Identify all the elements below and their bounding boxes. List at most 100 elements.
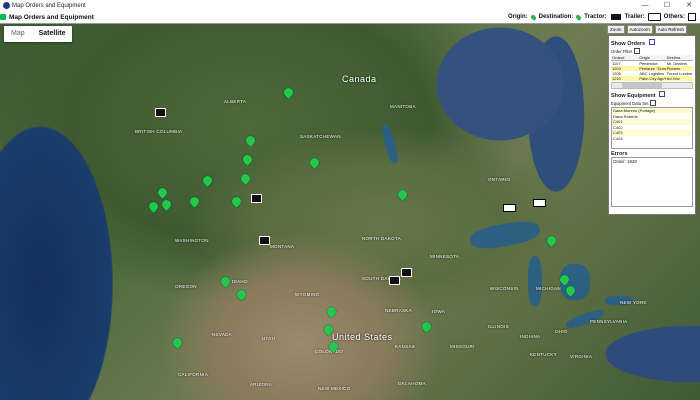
map-type-tabs: Map Satellite [4,26,73,42]
label-kansas: KANSAS [395,344,416,349]
label-illinois: ILLINOIS [488,324,509,329]
tractor-marker[interactable] [389,276,400,285]
table-row[interactable]: 1210 Palm City Agr/Hype Ad Hoc [611,76,693,81]
label-new-mexico: NEW MEXICO [318,386,351,391]
app-logo-icon [0,14,6,20]
panel-buttons: Zoom Autozoom Auto Refresh [607,25,688,34]
orders-table: Order# Origin Destina 1107 Pembroke Mr. … [611,55,693,81]
label-british-columbia: BRITISH COLUMBIA [135,129,183,134]
location-pin[interactable] [147,200,160,213]
order-filter-row: Order Filter [611,48,693,54]
label-oregon: OREGON [175,284,197,289]
location-pin[interactable] [235,288,248,301]
label-wisconsin: WISCONSIN [490,286,519,291]
tractor-marker[interactable] [251,194,262,203]
label-virginia: VIRGINIA [570,354,593,359]
trailer-icon [647,13,661,21]
side-panel: Show Orders Order Filter Order# Origin D… [608,35,696,215]
lake-winnipeg [379,123,401,165]
show-equipment-checkbox[interactable] [659,91,666,97]
label-indiana: INDIANA [520,334,541,339]
origin-pin-icon [529,13,537,21]
app-name: Map Orders and Equipment [9,13,94,21]
orders-section-header: Show Orders [611,39,693,47]
auto-refresh-button[interactable]: Auto Refresh [654,25,688,34]
location-pin[interactable] [420,320,433,333]
others-icon [688,13,696,21]
location-pin[interactable] [171,336,184,349]
label-ohio: OHIO [555,329,568,334]
label-montana: MONTANA [270,244,295,249]
location-pin[interactable] [156,186,169,199]
equipment-data-set-row: Equipment Data Set [611,100,693,106]
label-canada: Canada [342,74,377,84]
app-window: Map Orders and Equipment — ☐ ✕ Map Order… [0,0,700,400]
location-pin[interactable] [282,86,295,99]
label-saskatchewan: SASKATCHEWAN [300,134,341,139]
label-wyoming: WYOMING [295,292,320,297]
list-item[interactable]: C404 [612,136,692,142]
location-pin[interactable] [239,172,252,185]
location-pin[interactable] [308,156,321,169]
legend-destination-label: Destination: [538,14,574,20]
location-pin[interactable] [325,305,338,318]
location-pin[interactable] [230,195,243,208]
legend-tractor-label: Tractor: [584,14,607,20]
equipment-data-set-label: Equipment Data Set [611,100,649,106]
location-pin[interactable] [545,234,558,247]
location-pin[interactable] [241,153,254,166]
trailer-marker[interactable] [533,199,546,207]
label-north-dakota: NORTH DAKOTA [362,236,401,241]
label-nevada: NEVADA [212,332,232,337]
maximize-button[interactable]: ☐ [656,0,678,11]
tractor-marker[interactable] [155,108,166,117]
legend-trailer-label: Trailer: [624,14,645,20]
location-pin[interactable] [244,134,257,147]
order-filter-checkbox[interactable] [634,48,641,54]
label-alberta: ALBERTA [224,99,247,104]
order-cell: 1210 [611,76,639,81]
label-pennsylvania: PENNSYLVANIA [590,319,628,324]
map-legend: Origin: Destination: Tractor: Trailer: O… [508,11,696,23]
autozoom-button[interactable]: Autozoom [626,25,653,34]
equipment-data-set-checkbox[interactable] [650,100,657,106]
label-nebraska: NEBRASKA [385,308,412,313]
trailer-marker[interactable] [503,204,516,212]
label-colorado: COLORADO [315,349,344,354]
show-equipment-label: Show Equipment [611,93,656,99]
label-michigan: MICHIGAN [536,286,561,291]
tractor-marker[interactable] [401,268,412,277]
app-icon [3,2,10,9]
label-washington: WASHINGTON [175,238,209,243]
label-minnesota: MINNESOTA [430,254,460,259]
location-pin[interactable] [160,198,173,211]
tab-satellite[interactable]: Satellite [32,26,73,42]
equipment-list[interactable]: Dana Moreno (Portage) Dana Roberts C401 … [611,107,693,149]
label-arizona: ARIZONA [250,382,273,387]
location-pin[interactable] [188,195,201,208]
destination-pin-icon [575,13,583,21]
zoom-button[interactable]: Zoom [607,25,625,34]
location-pin[interactable] [201,174,214,187]
window-controls: — ☐ ✕ [634,0,700,11]
tab-map[interactable]: Map [4,26,32,42]
great-lake-michigan [528,256,542,306]
label-manitoba: MANITOBA [390,104,416,109]
close-button[interactable]: ✕ [678,0,700,11]
orders-horizontal-scrollbar[interactable] [611,82,693,89]
label-idaho: IDAHO [232,279,248,284]
location-pin[interactable] [219,275,232,288]
show-orders-checkbox[interactable] [648,39,655,45]
tractor-marker[interactable] [259,236,270,245]
origin-cell: Palm City Agr/Hype [638,76,666,81]
title-bar: Map Orders and Equipment — ☐ ✕ [0,0,700,11]
label-oklahoma: OKLAHOMA [398,381,426,386]
location-pin[interactable] [396,188,409,201]
great-lake-superior [468,218,542,252]
minimize-button[interactable]: — [634,0,656,11]
label-missouri: MISSOURI [450,344,475,349]
destination-cell: Ad Hoc [665,76,693,81]
label-california: CALIFORNIA [178,372,209,377]
satellite-map[interactable]: Map Satellite Canada United States ALBER… [0,24,700,400]
label-utah: UTAH [262,336,276,341]
